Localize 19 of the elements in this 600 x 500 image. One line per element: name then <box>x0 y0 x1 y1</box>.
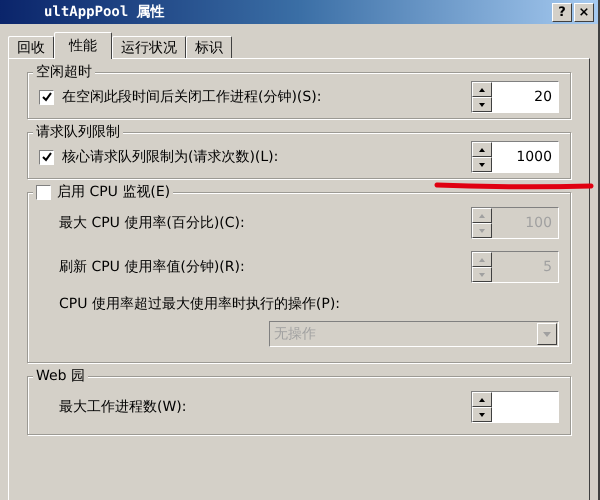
group-title: 空闲超时 <box>36 63 92 81</box>
field-label: 最大 CPU 使用率(百分比)(C): <box>59 214 246 232</box>
field-label: 刷新 CPU 使用率值(分钟)(R): <box>59 258 246 276</box>
group-title: Web 园 <box>36 367 85 385</box>
tab[interactable]: 运行状况 <box>112 36 186 58</box>
group-title: 请求队列限制 <box>36 123 120 141</box>
spinner-field[interactable]: 1000 <box>471 141 559 173</box>
tab[interactable]: 回收 <box>8 36 54 58</box>
tab[interactable]: 性能 <box>54 32 112 59</box>
window-title: ultAppPool 属性 <box>44 3 165 21</box>
checkbox-label: 核心请求队列限制为(请求次数)(L): <box>62 148 280 166</box>
field-label: 最大工作进程数(W): <box>59 398 188 416</box>
tab[interactable]: 标识 <box>186 36 232 58</box>
spinner-field[interactable]: 20 <box>471 81 559 113</box>
group-title: 启用 CPU 监视(E) <box>57 183 170 201</box>
help-button[interactable]: ? <box>552 2 572 22</box>
field-label: CPU 使用率超过最大使用率时执行的操作(P): <box>59 295 341 313</box>
close-button[interactable]: × <box>574 2 594 22</box>
checkbox-label: 在空闲此段时间后关闭工作进程(分钟)(S): <box>62 88 322 106</box>
